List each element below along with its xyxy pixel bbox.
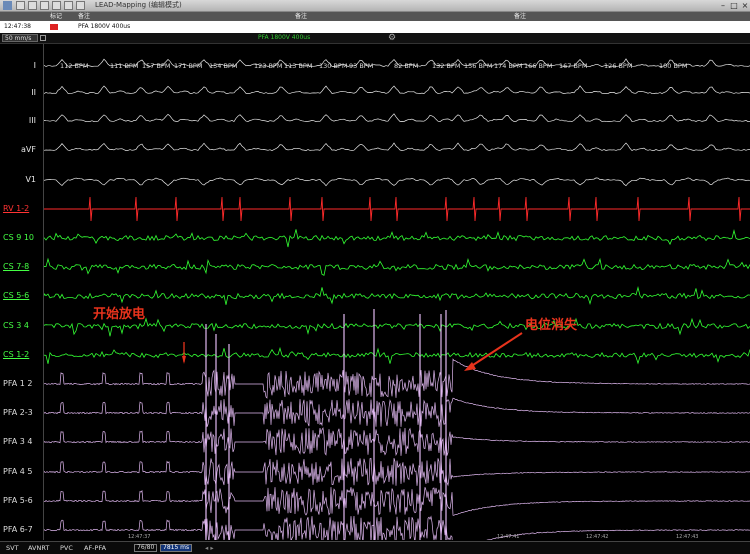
cs-trace-5 [43, 346, 750, 365]
maximize-icon[interactable]: □ [729, 0, 739, 11]
event-time: 12:47:38 [4, 23, 31, 30]
event-row[interactable]: 12:47:38 PFA 1800V 400us [0, 21, 750, 33]
channel-label[interactable]: CS 9 10 [0, 233, 42, 243]
tab-af-pfa[interactable]: AF-PFA [84, 542, 106, 554]
ecg-trace-4 [43, 142, 750, 152]
cs-trace-1 [43, 229, 750, 248]
close-icon[interactable]: × [740, 0, 750, 11]
tab-avnrt[interactable]: AVNRT [28, 542, 49, 554]
event-marker-icon [50, 24, 58, 30]
arrow-end-shaft [469, 332, 523, 368]
app-icon [3, 1, 12, 10]
cs-trace-3 [43, 286, 750, 305]
arrow-start-icon [182, 356, 186, 364]
tab-pvc[interactable]: PVC [60, 542, 73, 554]
heart-rate-label: 132 BPM [432, 62, 460, 70]
heart-rate-label: 112 BPM [60, 62, 88, 70]
event-text: PFA 1800V 400us [78, 23, 131, 30]
channel-label[interactable]: III [0, 116, 42, 126]
channel-label[interactable]: II [0, 88, 42, 98]
rv-trace [44, 196, 750, 222]
channel-label[interactable]: PFA 3 4 [0, 437, 42, 447]
channel-label[interactable]: CS 3 4 [0, 321, 42, 331]
channel-label[interactable]: CS 1-2 [0, 350, 42, 360]
heart-rate-label: 82 BPM [394, 62, 418, 70]
undo-icon[interactable] [52, 1, 61, 10]
timestamp-label: 12:47:41 [497, 534, 519, 540]
annotation-end: 电位消失 [525, 318, 578, 333]
sweep-speed-select[interactable]: 50 mm/s [2, 34, 38, 42]
window-titlebar: LEAD-Mapping (编辑模式) – □ × [0, 0, 750, 12]
channel-label[interactable]: PFA 2-3 [0, 408, 42, 418]
scroll-arrows-icon[interactable]: ◂ ▸ [205, 542, 214, 554]
annotation-start: 开始放电 [93, 307, 146, 322]
timestamp-label: 12:47:42 [586, 534, 608, 540]
pfa-trace-4 [43, 457, 750, 487]
control-bar: 50 mm/s PFA 1800V 400us ⚙ [0, 33, 750, 44]
page-counter[interactable]: 76/80 [134, 544, 158, 552]
signal-traces: 112 BPM 111 BPM 157 BPM 171 BPM 154 BPM 123 B… [43, 58, 750, 554]
timestamp-label: 12:47:37 [128, 534, 150, 540]
heart-rate-label: 113 BPM [284, 62, 312, 70]
pfa-trace-5 [43, 487, 750, 516]
open-icon[interactable] [40, 1, 49, 10]
redo-icon[interactable] [64, 1, 73, 10]
cs-trace-4 [43, 317, 750, 337]
sweep-duration[interactable]: 7815 ms [160, 544, 193, 552]
cs-trace-2 [43, 257, 750, 276]
event-col-note-2[interactable]: 备注 [295, 12, 307, 21]
channel-label[interactable]: I [0, 61, 42, 71]
event-col-note-3[interactable]: 备注 [514, 12, 526, 21]
pfa-trace-3 [43, 427, 750, 457]
heart-rate-label: 174 BPM [494, 62, 522, 70]
status-bar: SVT AVNRT PVC AF-PFA 76/80 7815 ms ◂ ▸ [0, 541, 750, 554]
event-marker-label: PFA 1800V 400us [258, 34, 311, 41]
window-title: LEAD-Mapping (编辑模式) [95, 1, 182, 9]
dropdown-icon[interactable] [76, 1, 85, 10]
channel-label[interactable]: RV 1-2 [0, 204, 42, 214]
heart-rate-label: 130 BPM [319, 62, 347, 70]
pfa-trace-2 [43, 397, 750, 428]
gear-icon[interactable]: ⚙ [388, 33, 396, 43]
settings-small-icon[interactable] [40, 35, 46, 41]
heart-rate-label: 157 BPM [142, 62, 170, 70]
ecg-trace-5 [43, 177, 750, 187]
save-icon[interactable] [16, 1, 25, 10]
event-table-header: 标记 备注 备注 备注 [0, 12, 750, 21]
timestamp-label: 12:47:43 [676, 534, 698, 540]
tab-svt[interactable]: SVT [6, 542, 19, 554]
event-col-mark[interactable]: 标记 [50, 12, 62, 21]
minimize-icon[interactable]: – [718, 0, 728, 11]
signal-panel[interactable]: 112 BPM 111 BPM 157 BPM 171 BPM 154 BPM 123 B… [43, 44, 750, 554]
channel-label[interactable]: aVF [0, 145, 42, 155]
channel-label[interactable]: V1 [0, 175, 42, 185]
heart-rate-label: 123 BPM [254, 62, 282, 70]
channel-label[interactable]: PFA 5-6 [0, 496, 42, 506]
channel-label[interactable]: CS 5-6 [0, 291, 42, 301]
channel-label[interactable]: CS 7-8 [0, 262, 42, 272]
channel-label[interactable]: PFA 1 2 [0, 379, 42, 389]
ecg-trace-2 [43, 85, 750, 95]
channel-label[interactable]: PFA 4 5 [0, 467, 42, 477]
ecg-trace-3 [43, 113, 750, 122]
channel-label[interactable]: PFA 6-7 [0, 525, 42, 535]
print-icon[interactable] [28, 1, 37, 10]
pfa-trace-1 [43, 358, 750, 399]
event-col-note-1[interactable]: 备注 [78, 12, 90, 21]
